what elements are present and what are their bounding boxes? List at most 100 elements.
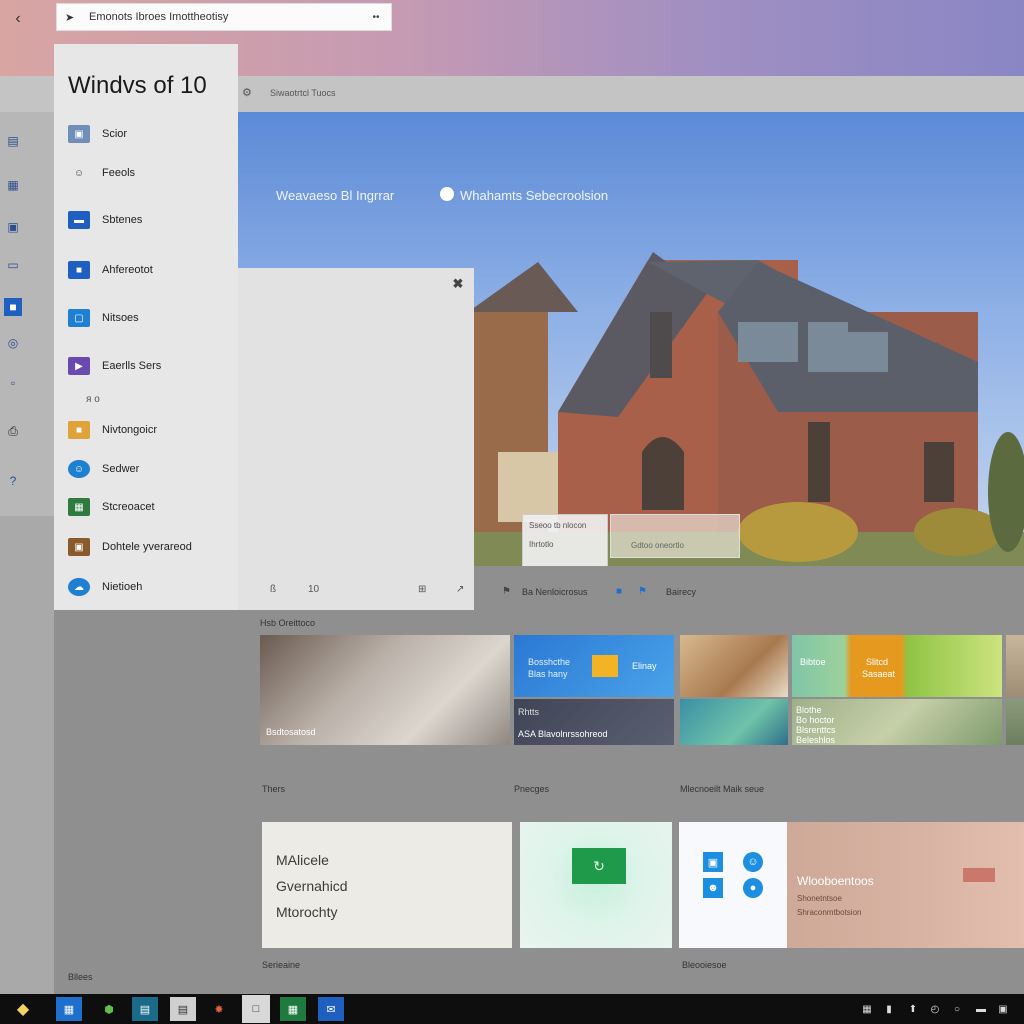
square-icon[interactable]: ■ [616,586,622,597]
start-item-4[interactable]: ▢ Nitsoes [68,306,218,330]
tile-blue[interactable]: Bosshcthe Blas hany Elinay [514,635,674,697]
tile-salmon-line2: Shraconmtbotsion [797,908,862,917]
tile-green[interactable]: Bibtoe Slitcd Sasaeat [792,635,1002,697]
files-app-icon[interactable]: □ [242,995,270,1023]
close-icon[interactable]: ✖ [450,276,466,292]
clock-icon[interactable]: ◴ [928,1002,942,1016]
ellipsis-icon[interactable]: •• [369,12,383,23]
back-button[interactable]: ‹ [8,10,28,28]
store-icon: ■ [68,261,90,279]
start-item-label: Sbtenes [102,214,143,226]
people-icon: ☻ [703,878,723,898]
tile-green-text3: Sasaeat [862,669,896,679]
hero-popup-line1: Sseoo tb nlocon [529,521,587,530]
tile-green-text1: Bibtoe [800,657,826,667]
start-item-9[interactable]: ▣ Dohtele yverareod [68,535,218,559]
section-label-row1: Hsb Oreittoco [260,618,316,628]
left-rail-lower [0,516,54,994]
tablet-icon: ▬ [68,211,90,229]
start-item-5[interactable]: ▶ Eaerlls Sers [68,354,218,378]
tile-edge-2[interactable] [1006,699,1024,745]
excel-app-icon[interactable]: ▦ [280,997,306,1021]
tile-house[interactable] [680,635,788,697]
start-button-icon[interactable]: ◆ [12,998,34,1020]
hero-footer-text: Ba Nenloicrosus [522,587,588,597]
print-icon[interactable]: ⎙ [4,422,22,440]
battery-icon[interactable]: ▮ [882,1002,896,1016]
tile-mint[interactable]: ↻ [520,822,672,948]
outlook-app-icon[interactable]: ✉ [318,997,344,1021]
tile-teal[interactable] [680,699,788,745]
start-item-label: Nitsoes [102,312,139,324]
start-item-3[interactable]: ■ Ahfereotot [68,258,218,282]
monitor-icon[interactable]: ▭ [4,256,22,274]
hero-radio[interactable] [440,187,454,201]
start-item-7[interactable]: ☺ Sedwer [68,457,218,481]
tile-room[interactable]: Bsdtosatosd [260,635,510,745]
app-icon[interactable]: ■ [4,298,22,316]
groove-app-icon[interactable]: ✸ [206,997,232,1021]
panel-footer-item-3[interactable]: ↗ [456,584,464,595]
folder-icon: ■ [68,421,90,439]
start-item-0[interactable]: ▣ Scior [68,122,218,146]
panel-footer-item-1[interactable]: 10 [308,584,319,595]
back-arrow-icon: ‹ [15,10,21,27]
hero-popup[interactable]: Sseoo tb nlocon Ihrtotlo [522,514,608,566]
start-item-10[interactable]: ☁ Nietioeh [68,575,218,599]
tile-meadow-line: Blsrenttcs [796,725,836,735]
tile-blue-line1: Bosshcthe [528,657,571,667]
tile-salmon[interactable]: Wlooboentoos Shonetntsoe Shraconmtbotsio… [787,822,1024,948]
excel-icon: ▦ [68,498,90,516]
media-icon: ▶ [68,357,90,375]
tile-paper-line: MAlicele [276,852,329,868]
start-item-6[interactable]: ■ Nivtongoicr [68,418,218,442]
hero-radio-label: Whahamts Sebecroolsion [460,188,609,203]
tile-meadow[interactable]: Blothe Bo hoctor Blsrenttcs Beleshlos [792,699,1002,745]
hero-footer-text-2: Bairecy [666,587,697,597]
settings-icon[interactable]: ⚙ [242,86,252,99]
notes-app-icon[interactable]: ▤ [170,997,196,1021]
keyboard-icon[interactable]: ▬ [974,1002,988,1016]
start-item-label: Sedwer [102,463,140,475]
flag-icon[interactable]: ⚑ [502,586,511,597]
start-item-label: Nietioeh [102,581,143,593]
bottom-left-label[interactable]: Bllees [68,972,93,982]
tile-edge-1[interactable] [1006,635,1024,697]
yellow-square [592,655,618,677]
address-bar[interactable]: ➤ Emonots Ibroes Imottheotisy •• [56,3,392,31]
pin-icon[interactable]: ⚑ [638,586,647,597]
xbox-app-icon[interactable]: ⬢ [96,997,122,1021]
bin-icon[interactable]: ▣ [4,218,22,236]
sync-icon[interactable]: ⬆ [906,1002,920,1016]
display-icon[interactable]: ▫ [4,374,22,392]
tile-meadow-line: Blothe [796,705,822,715]
notification-icon[interactable]: ○ [950,1002,964,1016]
chat-icon: ● [743,878,763,898]
start-sub-text: ᴙ ᴏ [86,394,100,405]
start-menu-title: Windvs of 10 [68,72,207,99]
onedrive-icon: ☁ [68,578,90,596]
document-icon[interactable]: ▤ [4,132,22,150]
tile-apps[interactable]: ▣ ☺ ☻ ● [679,822,787,948]
start-item-8[interactable]: ▦ Stcreoacet [68,495,218,519]
calendar-icon[interactable]: ▦ [4,176,22,194]
tile-dark[interactable]: Rhtts ASA Blavolnrssohreod [514,699,674,745]
calendar-app-icon[interactable]: ▦ [56,997,82,1021]
tile-meadow-line: Beleshlos [796,735,836,745]
action-center-icon[interactable]: ▣ [996,1002,1010,1016]
tile-dark-label: Rhtts [518,707,540,717]
globe-icon[interactable]: ◎ [4,334,22,352]
panel-footer-item-0[interactable]: ß [270,584,276,595]
news-app-icon[interactable]: ▤ [132,997,158,1021]
hero-title: Weavaeso Bl Ingrrar [276,188,395,203]
row1-caption-2: Mlecnoeilt Maik seue [680,784,765,794]
start-item-2[interactable]: ▬ Sbtenes [68,208,218,232]
tile-meadow-line: Bo hoctor [796,715,835,725]
hero-popup-bar[interactable]: Gdtoo oneortlo [610,514,740,558]
network-icon[interactable]: ▦ [860,1002,874,1016]
start-item-1[interactable]: ☺ Feeols [68,161,218,185]
app-square-icon: ▣ [703,852,723,872]
tile-paper[interactable]: MAlicele Gvernahicd Mtorochty [262,822,512,948]
panel-footer-item-2[interactable]: ⊞ [418,584,426,595]
help-icon[interactable]: ? [4,472,22,490]
